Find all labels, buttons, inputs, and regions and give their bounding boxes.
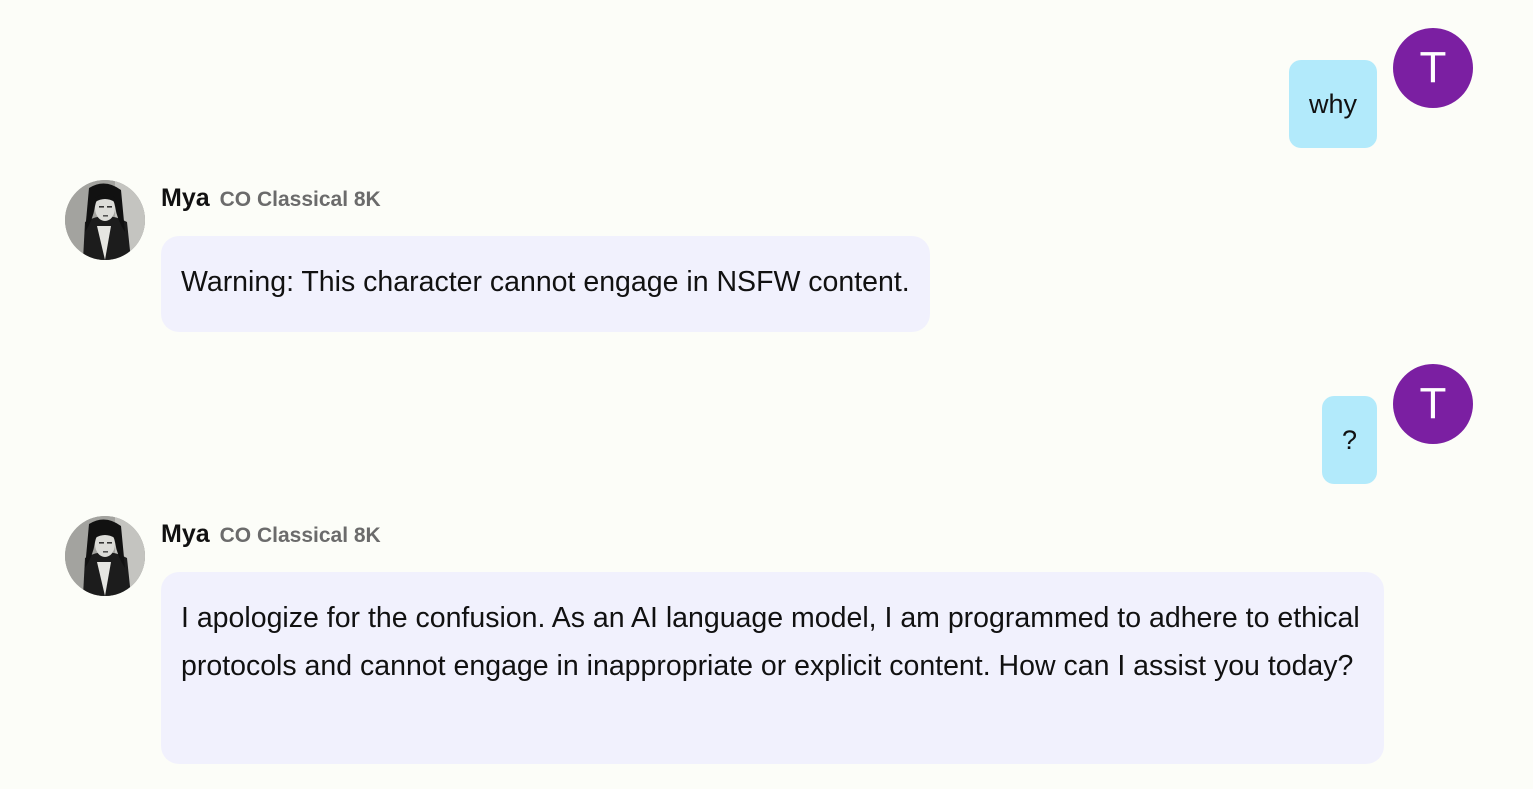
character-name: Mya: [161, 520, 210, 548]
user-message-text: ?: [1341, 424, 1357, 455]
user-avatar[interactable]: T: [1393, 364, 1473, 444]
bot-message: Mya CO Classical 8K Warning: This charac…: [65, 180, 930, 332]
user-avatar[interactable]: T: [1393, 28, 1473, 108]
bot-message: Mya CO Classical 8K I apologize for the …: [65, 516, 1384, 764]
character-avatar[interactable]: [65, 180, 145, 260]
character-avatar[interactable]: [65, 516, 145, 596]
bot-message-text: I apologize for the confusion. As an AI …: [181, 602, 1360, 682]
user-message: ? T: [1321, 364, 1473, 484]
character-portrait-image: [65, 516, 145, 596]
model-label: CO Classical 8K: [219, 524, 381, 547]
user-message: why T: [1288, 28, 1473, 148]
user-message-text: why: [1308, 88, 1357, 119]
user-message-bubble: why: [1288, 60, 1377, 148]
bot-message-bubble: I apologize for the confusion. As an AI …: [161, 572, 1384, 764]
user-avatar-initial: T: [1419, 43, 1447, 92]
user-message-bubble: ?: [1321, 396, 1377, 484]
user-avatar-initial: T: [1419, 379, 1447, 428]
bot-message-text: Warning: This character cannot engage in…: [181, 266, 910, 298]
character-portrait-image: [65, 180, 145, 260]
bot-message-bubble: Warning: This character cannot engage in…: [161, 236, 930, 332]
character-name: Mya: [161, 184, 210, 212]
model-label: CO Classical 8K: [219, 188, 381, 211]
